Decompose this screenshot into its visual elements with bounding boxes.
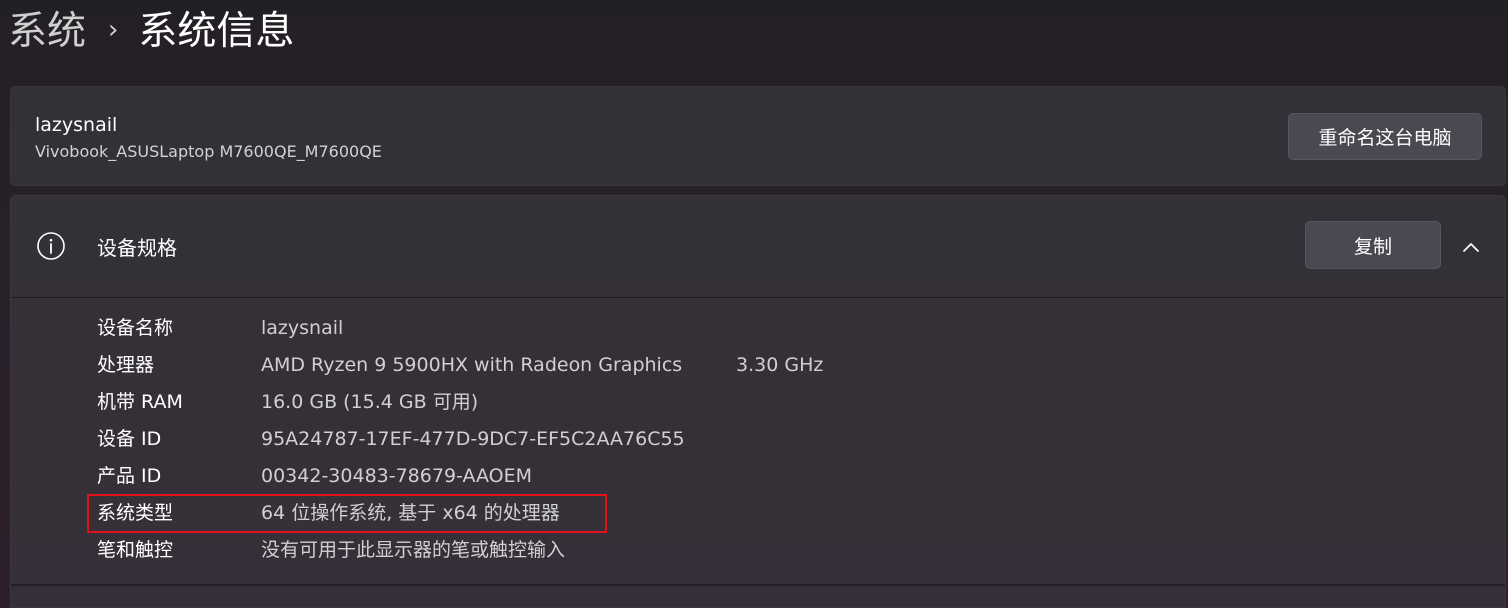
device-specs-section: 设备规格 复制 设备名称 lazysnail 处理器 AMD Ryzen 9 5… <box>10 195 1506 608</box>
section-divider <box>11 297 1505 298</box>
spec-value: 16.0 GB (15.4 GB 可用) <box>261 391 479 413</box>
processor-speed: 3.30 GHz <box>736 354 824 376</box>
spec-value: AMD Ryzen 9 5900HX with Radeon Graphics <box>261 354 683 376</box>
breadcrumb-chevron-icon: › <box>108 15 119 45</box>
pc-name-card: lazysnail Vivobook_ASUSLaptop M7600QE_M7… <box>10 86 1506 186</box>
spec-label: 机带 RAM <box>97 391 183 413</box>
spec-label: 设备 ID <box>97 428 162 450</box>
info-icon <box>37 232 65 260</box>
spec-value: lazysnail <box>261 317 344 339</box>
device-specs-header[interactable]: 设备规格 复制 <box>11 196 1505 297</box>
system-type-highlight-box <box>87 494 607 533</box>
spec-label: 处理器 <box>97 354 155 376</box>
spec-label: 笔和触控 <box>97 539 174 561</box>
spec-value: 95A24787-17EF-477D-9DC7-EF5C2AA76C55 <box>261 428 685 450</box>
rename-pc-button[interactable]: 重命名这台电脑 <box>1288 113 1482 160</box>
spec-value: 没有可用于此显示器的笔或触控输入 <box>261 539 566 561</box>
pc-name: lazysnail <box>35 114 118 136</box>
pc-model: Vivobook_ASUSLaptop M7600QE_M7600QE <box>35 142 382 161</box>
section-bottom-divider <box>11 584 1505 586</box>
spec-label: 产品 ID <box>97 465 162 487</box>
copy-button[interactable]: 复制 <box>1305 221 1441 269</box>
device-specs-title: 设备规格 <box>97 236 177 260</box>
chevron-up-icon[interactable] <box>1460 236 1482 258</box>
breadcrumb-system-link[interactable]: 系统 <box>8 6 86 58</box>
spec-value: 00342-30483-78679-AAOEM <box>261 465 533 487</box>
spec-label: 设备名称 <box>97 317 174 339</box>
page-title: 系统信息 <box>138 9 295 54</box>
breadcrumb: 系统 › 系统信息 <box>8 6 294 58</box>
